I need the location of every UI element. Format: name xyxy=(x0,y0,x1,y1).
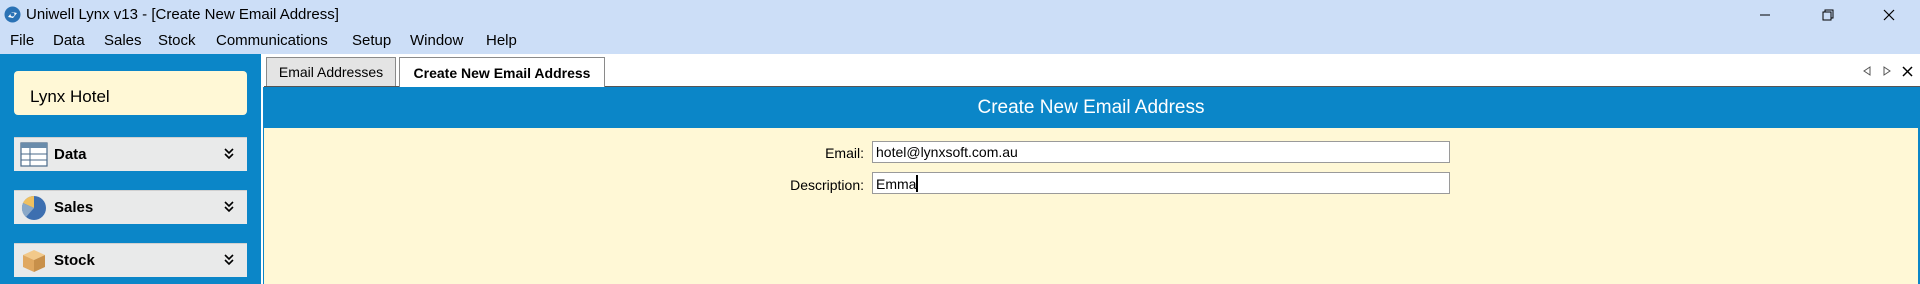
sidebar-section-stock[interactable]: Stock xyxy=(14,243,247,277)
sidebar-section-label: Sales xyxy=(54,199,94,216)
tab-close-button[interactable] xyxy=(1902,64,1913,78)
minimize-button[interactable] xyxy=(1742,0,1788,29)
tab-scroll-left-button[interactable] xyxy=(1863,64,1871,78)
menu-communications[interactable]: Communications xyxy=(216,32,328,50)
menu-data[interactable]: Data xyxy=(53,32,85,50)
window-title: Uniwell Lynx v13 - [Create New Email Add… xyxy=(26,6,339,23)
window-titlebar: Uniwell Lynx v13 - [Create New Email Add… xyxy=(0,0,1920,29)
description-value: Emma xyxy=(876,176,917,192)
restore-button[interactable] xyxy=(1805,0,1851,29)
box-icon xyxy=(23,250,45,272)
menu-window[interactable]: Window xyxy=(410,32,463,50)
sidebar-section-sales[interactable]: Sales xyxy=(14,190,247,224)
form-title: Create New Email Address xyxy=(977,97,1205,118)
email-field[interactable]: hotel@lynxsoft.com.au xyxy=(872,141,1450,163)
double-chevron-down-icon xyxy=(224,148,234,160)
double-chevron-down-icon xyxy=(224,201,234,213)
menu-sales[interactable]: Sales xyxy=(104,32,142,50)
sidebar-section-label: Stock xyxy=(54,252,95,269)
description-field[interactable]: Emma xyxy=(872,172,1450,194)
data-table-icon xyxy=(20,142,48,167)
triangle-right-icon xyxy=(1883,66,1891,76)
form-header: Create New Email Address xyxy=(264,87,1918,128)
email-value: hotel@lynxsoft.com.au xyxy=(876,144,1018,160)
sidebar-section-data[interactable]: Data xyxy=(14,137,247,171)
minimize-icon xyxy=(1760,14,1770,15)
app-logo-icon xyxy=(4,6,21,23)
close-icon xyxy=(1902,65,1913,77)
tab-create-new-email-address[interactable]: Create New Email Address xyxy=(399,57,605,87)
menu-setup[interactable]: Setup xyxy=(352,32,391,50)
sidebar-section-label: Data xyxy=(54,146,87,163)
menu-file[interactable]: File xyxy=(10,32,34,50)
tab-email-addresses[interactable]: Email Addresses xyxy=(266,57,396,86)
close-button[interactable] xyxy=(1866,0,1912,29)
double-chevron-down-icon xyxy=(224,254,234,266)
triangle-left-icon xyxy=(1863,66,1871,76)
menu-help[interactable]: Help xyxy=(486,32,517,50)
tab-strip: Email Addresses Create New Email Address xyxy=(264,54,1920,88)
text-cursor xyxy=(916,175,919,192)
menu-stock[interactable]: Stock xyxy=(158,32,196,50)
close-icon xyxy=(1883,9,1895,20)
email-label: Email: xyxy=(825,145,864,161)
pie-chart-icon xyxy=(21,195,46,220)
menu-bar: File Data Sales Stock Communications Set… xyxy=(0,29,1920,54)
hotel-name: Lynx Hotel xyxy=(30,87,110,106)
description-label: Description: xyxy=(790,177,864,193)
tab-scroll-right-button[interactable] xyxy=(1883,64,1891,78)
restore-icon xyxy=(1822,9,1834,20)
